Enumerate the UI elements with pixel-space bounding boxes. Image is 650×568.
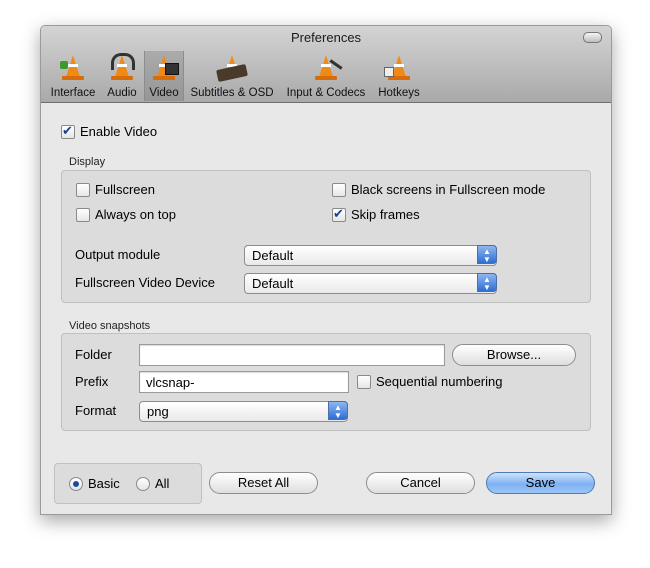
- checkbox-box[interactable]: [332, 206, 346, 222]
- film-cone-icon: [151, 53, 179, 81]
- checkbox-label: Black screens in Fullscreen mode: [351, 182, 546, 197]
- folder-label: Folder: [75, 347, 112, 362]
- checkbox-label: Sequential numbering: [376, 374, 503, 389]
- tab-label: Video: [149, 87, 179, 99]
- always-on-top-checkbox[interactable]: Always on top: [76, 207, 176, 222]
- select-value: Default: [252, 248, 294, 263]
- reset-all-button[interactable]: Reset All: [209, 472, 318, 494]
- cancel-button[interactable]: Cancel: [366, 472, 475, 494]
- checkbox-label: Fullscreen: [95, 182, 155, 197]
- updown-arrows-icon: ▲ ▼: [477, 273, 497, 292]
- output-module-label: Output module: [75, 247, 161, 262]
- basic-radio[interactable]: Basic: [69, 476, 120, 491]
- display-group-label: Display: [69, 156, 106, 168]
- preferences-window: Preferences Interface Audio Video Subtit…: [40, 25, 612, 515]
- toolbar: Preferences Interface Audio Video Subtit…: [41, 26, 611, 103]
- format-select[interactable]: png ▲ ▼: [139, 401, 348, 422]
- checkbox-label: Skip frames: [351, 207, 420, 222]
- sequential-numbering-checkbox[interactable]: Sequential numbering: [357, 374, 502, 389]
- output-module-select[interactable]: Default ▲ ▼: [244, 245, 497, 266]
- radio-dot[interactable]: [136, 476, 150, 491]
- select-value: Default: [252, 276, 294, 291]
- checkbox-box[interactable]: [61, 123, 75, 139]
- folder-field[interactable]: [139, 344, 445, 366]
- subtitles-icon: [216, 53, 248, 82]
- checkbox-box[interactable]: [76, 207, 90, 222]
- tab-input-codecs[interactable]: Input & Codecs: [283, 51, 369, 101]
- fullscreen-checkbox[interactable]: Fullscreen: [76, 182, 155, 197]
- enable-video-checkbox[interactable]: Enable Video: [61, 123, 158, 139]
- checkbox-label: Enable Video: [80, 124, 158, 139]
- tab-interface[interactable]: Interface: [49, 51, 97, 101]
- cable-cone-icon: [313, 53, 343, 81]
- updown-arrows-icon: ▲ ▼: [477, 245, 497, 264]
- checkbox-box[interactable]: [76, 182, 90, 197]
- save-button[interactable]: Save: [486, 472, 595, 494]
- tab-subtitles-osd[interactable]: Subtitles & OSD: [189, 51, 275, 101]
- fullscreen-device-select[interactable]: Default ▲ ▼: [244, 273, 497, 294]
- cone-icon: [60, 53, 86, 81]
- updown-arrows-icon: ▲ ▼: [328, 401, 348, 420]
- folder-input[interactable]: [140, 345, 444, 365]
- tab-label: Subtitles & OSD: [190, 87, 274, 99]
- window-title: Preferences: [290, 30, 362, 45]
- headphones-cone-icon: [109, 53, 135, 81]
- tab-label: Interface: [50, 87, 96, 99]
- tab-audio[interactable]: Audio: [103, 51, 141, 101]
- tab-hotkeys[interactable]: Hotkeys: [375, 51, 423, 101]
- checkbox-label: Always on top: [95, 207, 176, 222]
- tab-label: Input & Codecs: [286, 87, 366, 99]
- checkbox-box[interactable]: [332, 182, 346, 197]
- hotkeys-cone-icon: [384, 53, 412, 81]
- radio-label: Basic: [88, 476, 120, 491]
- select-value: png: [147, 404, 169, 419]
- radio-label: All: [155, 476, 170, 491]
- radio-dot[interactable]: [69, 476, 83, 491]
- snapshots-group-label: Video snapshots: [69, 320, 151, 332]
- prefix-input[interactable]: [140, 372, 348, 392]
- tab-label: Audio: [107, 87, 137, 99]
- fullscreen-device-label: Fullscreen Video Device: [75, 275, 215, 290]
- browse-button[interactable]: Browse...: [452, 344, 576, 366]
- toolbar-toggle-button[interactable]: [583, 32, 602, 43]
- view-mode-group: Basic All: [54, 463, 202, 504]
- format-label: Format: [75, 403, 117, 418]
- prefix-label: Prefix: [75, 374, 109, 389]
- tab-video[interactable]: Video: [144, 51, 184, 101]
- all-radio[interactable]: All: [136, 476, 169, 491]
- prefix-field[interactable]: [139, 371, 349, 393]
- skip-frames-checkbox[interactable]: Skip frames: [332, 206, 420, 222]
- checkbox-box[interactable]: [357, 374, 371, 389]
- black-screens-checkbox[interactable]: Black screens in Fullscreen mode: [332, 182, 545, 197]
- tab-label: Hotkeys: [378, 87, 420, 99]
